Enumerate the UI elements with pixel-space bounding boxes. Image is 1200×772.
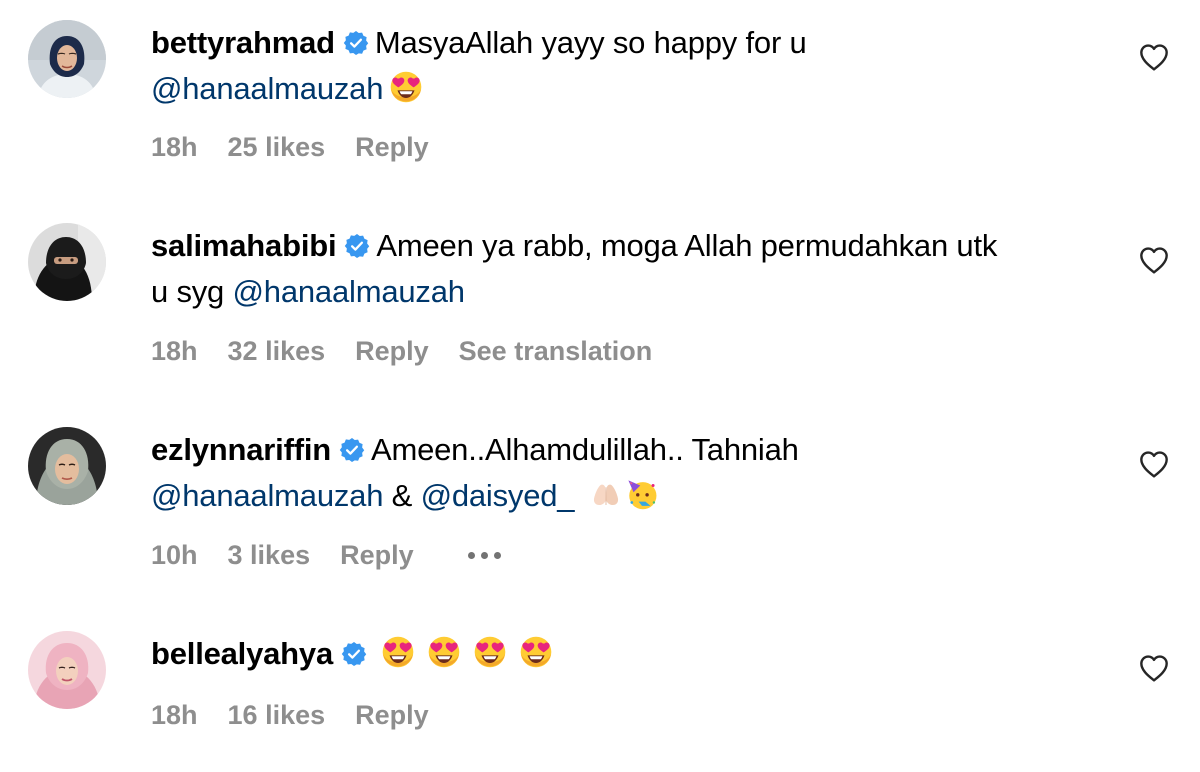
comment-text: u syg: [151, 274, 225, 309]
avatar[interactable]: [28, 20, 106, 98]
comment-likes[interactable]: 16 likes: [228, 700, 326, 731]
comment-username[interactable]: bellealyahya: [151, 636, 333, 671]
comment-mention[interactable]: @hanaalmauzah: [233, 274, 465, 309]
like-heart-icon[interactable]: [1138, 449, 1170, 479]
heart-eyes-emoji: [427, 635, 461, 669]
comment-timestamp[interactable]: 18h: [151, 336, 198, 367]
avatar[interactable]: [28, 631, 106, 709]
comment-joiner: &: [391, 478, 413, 513]
verified-badge-icon: [341, 641, 367, 667]
comment-text: Ameen ya rabb, moga Allah permudahkan ut…: [376, 228, 998, 263]
like-heart-icon[interactable]: [1138, 653, 1170, 683]
avatar[interactable]: [28, 427, 106, 505]
comment-text: MasyaAllah yayy so happy for u: [374, 25, 807, 60]
comment-timestamp[interactable]: 18h: [151, 132, 198, 163]
reply-button[interactable]: Reply: [355, 700, 429, 731]
comment-likes[interactable]: 3 likes: [228, 540, 311, 571]
heart-eyes-emoji: [473, 635, 507, 669]
comment-body: bellealyahya: [151, 631, 1111, 677]
comment-likes[interactable]: 25 likes: [228, 132, 326, 163]
comment-mention[interactable]: @hanaalmauzah: [151, 71, 383, 106]
comment-mention[interactable]: @hanaalmauzah: [151, 478, 383, 513]
verified-badge-icon: [343, 30, 369, 56]
folded-hands-emoji: [589, 477, 623, 511]
see-translation-button[interactable]: See translation: [459, 336, 653, 367]
reply-button[interactable]: Reply: [355, 132, 429, 163]
avatar[interactable]: [28, 223, 106, 301]
comment-username[interactable]: bettyrahmad: [151, 25, 335, 60]
comment-mention[interactable]: @daisyed_: [421, 478, 575, 513]
reply-button[interactable]: Reply: [340, 540, 414, 571]
comment-username[interactable]: ezlynnariffin: [151, 432, 331, 467]
heart-eyes-emoji: [519, 635, 553, 669]
like-heart-icon[interactable]: [1138, 42, 1170, 72]
comment-meta: 10h 3 likes Reply: [151, 535, 501, 575]
verified-badge-icon: [339, 437, 365, 463]
comment-meta: 18h 16 likes Reply: [151, 695, 429, 735]
verified-badge-icon: [344, 233, 370, 259]
comment-meta: 18h 32 likes Reply See translation: [151, 331, 652, 371]
heart-eyes-emoji: [389, 70, 423, 104]
comment-body: bettyrahmad MasyaAllah yayy so happy for …: [151, 20, 1111, 112]
heart-eyes-emoji: [381, 635, 415, 669]
reply-button[interactable]: Reply: [355, 336, 429, 367]
more-options-icon[interactable]: [467, 551, 501, 559]
comment-body: salimahabibi Ameen ya rabb, moga Allah pe…: [151, 223, 1111, 315]
comment-text: Ameen..Alhamdulillah.. Tahniah: [370, 432, 799, 467]
comment-likes[interactable]: 32 likes: [228, 336, 326, 367]
partying-face-emoji: [625, 477, 659, 511]
like-heart-icon[interactable]: [1138, 245, 1170, 275]
comment-timestamp[interactable]: 18h: [151, 700, 198, 731]
comment-username[interactable]: salimahabibi: [151, 228, 337, 263]
comment-timestamp[interactable]: 10h: [151, 540, 198, 571]
comment-body: ezlynnariffin Ameen..Alhamdulillah.. Tahn…: [151, 427, 1111, 519]
comment-meta: 18h 25 likes Reply: [151, 127, 429, 167]
